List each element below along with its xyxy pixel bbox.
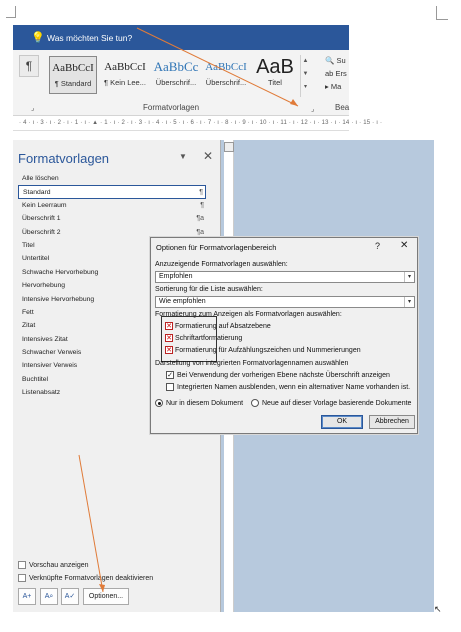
style-name: Titel [268, 78, 282, 87]
ok-button[interactable]: OK [321, 415, 363, 429]
radio-this-document[interactable]: Nur in diesem Dokument [155, 399, 243, 407]
mouse-cursor-icon: ↖ [434, 604, 442, 614]
dialog-launcher-icon[interactable]: ⌟ [31, 104, 34, 112]
linked-styles-checkbox-row[interactable]: Verknüpfte Formatvorlagen deaktivieren [18, 574, 153, 582]
style-sample: AaBbCcI [52, 62, 94, 74]
tell-me-bar[interactable]: 💡 Was möchten Sie tun? [13, 25, 349, 50]
style-gallery-item-standard[interactable]: AaBbCcI ¶ Standard [49, 56, 97, 94]
builtin-names-label: Darstellung von integrierten Formatvorla… [155, 360, 349, 367]
select-button[interactable]: ▸ Ma [325, 80, 361, 93]
styles-dialog-launcher-icon[interactable]: ⌟ [311, 105, 314, 113]
show-paragraph-marks-button[interactable]: ¶ [19, 55, 39, 77]
style-sample: AaB [256, 56, 294, 78]
options-button[interactable]: Optionen... [83, 588, 129, 605]
style-sample: AaBbCcI [205, 61, 247, 73]
chevron-down-icon: ▾ [404, 272, 414, 282]
linked-styles-checkbox[interactable] [18, 574, 26, 582]
editing-group: 🔍 Su ab Ers ▸ Ma [325, 54, 361, 93]
chevron-down-icon: ▾ [404, 297, 414, 307]
style-name: ¶ Kein Lee... [104, 78, 146, 87]
pane-title: Formatvorlagen [18, 151, 110, 166]
style-sample: AaBbCcI [104, 61, 146, 73]
list-item-clear-all[interactable]: Alle löschen [18, 172, 206, 185]
style-name: ¶ Standard [54, 79, 92, 88]
preview-checkbox[interactable] [18, 561, 26, 569]
show-styles-label: Anzuzeigende Formatvorlagen auswählen: [155, 261, 288, 268]
page-corner-mark [436, 6, 448, 20]
style-inspector-icon[interactable]: A⌕ [40, 588, 58, 605]
tell-me-text[interactable]: Was möchten Sie tun? [47, 33, 132, 43]
ruler-tab-selector[interactable] [224, 142, 234, 152]
checkmark-icon: ✓ [166, 371, 174, 379]
find-button[interactable]: 🔍 Su [325, 54, 361, 67]
horizontal-ruler[interactable]: · 4 · ı · 3 · ı · 2 · ı · 1 · ı · ▲ · 1 … [13, 116, 382, 131]
hide-builtin-checkbox[interactable]: Integrierten Namen ausblenden, wenn ein … [166, 383, 410, 391]
style-gallery-item-heading2[interactable]: AaBbCcI Überschrif... [202, 56, 250, 94]
style-gallery-item-no-spacing[interactable]: AaBbCcI ¶ Kein Lee... [100, 56, 150, 94]
group-label: Formatvorlagen [143, 103, 200, 112]
style-pane-options-dialog: Optionen für Formatvorlagenbereich ? ✕ A… [150, 237, 418, 434]
close-icon[interactable]: ✕ [203, 149, 213, 163]
manage-styles-icon[interactable]: A✓ [61, 588, 79, 605]
help-icon[interactable]: ? [375, 241, 380, 251]
ribbon-home: ¶ AaBbCcI ¶ Standard AaBbCcI ¶ Kein Lee.… [13, 50, 349, 116]
pane-menu-icon[interactable]: ▼ [179, 152, 187, 161]
radio-new-documents[interactable]: Neue auf dieser Vorlage basierende Dokum… [251, 399, 411, 407]
paragraph-icon: ¶ [199, 189, 203, 197]
highlight-box [161, 316, 217, 362]
dialog-title: Optionen für Formatvorlagenbereich [156, 243, 277, 252]
next-heading-checkbox[interactable]: ✓ Bei Verwendung der vorherigen Ebene näc… [166, 371, 390, 379]
gallery-scroll[interactable]: ▲ ▼ ▾ [300, 55, 310, 97]
cancel-button[interactable]: Abbrechen [369, 415, 415, 429]
list-item[interactable]: Kein Leerraum ¶ [18, 199, 206, 212]
style-name: Überschrif... [155, 78, 197, 87]
page-corner-mark [6, 6, 16, 18]
style-sample: AaBbCc [153, 59, 199, 74]
style-gallery-item-heading1[interactable]: AaBbCc Überschrif... [152, 56, 200, 94]
style-gallery-item-title[interactable]: AaB Titel [252, 56, 298, 94]
list-item[interactable]: Überschrift 1 ¶a [18, 212, 206, 225]
new-style-icon[interactable]: A+ [18, 588, 36, 605]
replace-button[interactable]: ab Ers [325, 67, 361, 80]
linked-style-icon: ¶a [196, 215, 204, 223]
paragraph-icon: ¶ [200, 201, 204, 209]
sort-select[interactable]: Wie empfohlen ▾ [155, 296, 415, 308]
show-styles-select[interactable]: Empfohlen ▾ [155, 271, 415, 283]
sort-label: Sortierung für die Liste auswählen: [155, 286, 263, 293]
lightbulb-icon: 💡 [31, 32, 45, 44]
close-icon[interactable]: ✕ [400, 240, 408, 251]
group-label-editing: Bea [335, 103, 350, 112]
radio-selected-icon [155, 399, 163, 407]
preview-checkbox-row[interactable]: Vorschau anzeigen [18, 561, 89, 569]
style-name: Überschrif... [205, 78, 247, 87]
list-item-standard[interactable]: Standard ¶ [18, 185, 206, 199]
